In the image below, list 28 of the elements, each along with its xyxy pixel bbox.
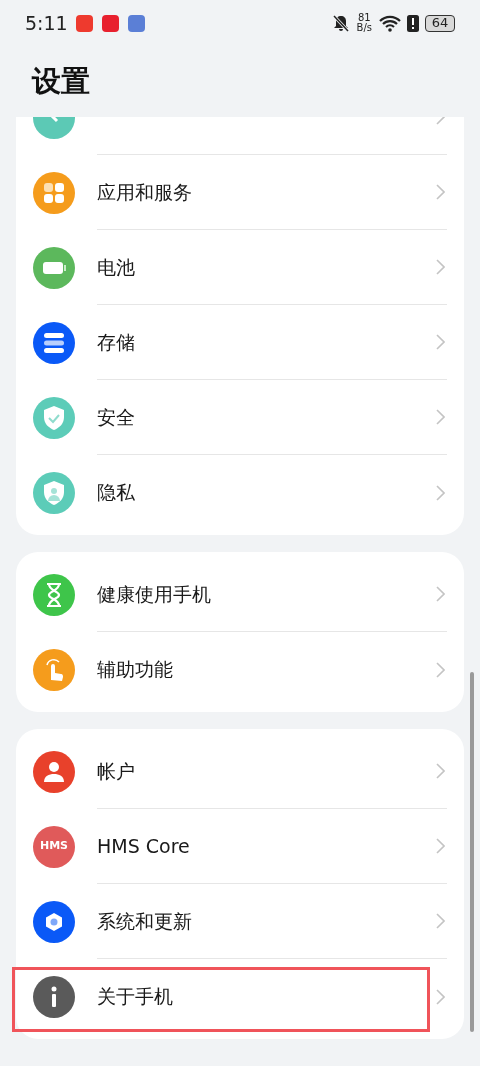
settings-row[interactable]: 健康使用手机 [33,557,447,632]
settings-row[interactable]: 存储 [33,305,447,380]
hms-logo: HMS [33,825,75,868]
menu-item-label: HMS Core [97,833,191,859]
menu-item-label: 隐私 [97,480,136,506]
page-title: 设置 [32,62,90,100]
settings-row[interactable]: 辅助功能 [33,632,447,707]
menu-item-label: 健康使用手机 [97,581,212,607]
menu-item-label: 应用和服务 [97,179,193,205]
settings-row[interactable]: 安全 [33,380,447,455]
menu-item-label: 电池 [97,254,136,280]
menu-item-label: 辅助功能 [97,657,174,683]
net-speed-unit: B/s [356,23,372,33]
settings-row[interactable]: 电池 [33,230,447,305]
net-speed-value: 81 [357,13,371,23]
settings-row[interactable]: HMS HMS Core [33,809,447,884]
battery-indicator: 64 [425,14,455,32]
clock-time: 5:11 [25,10,68,36]
menu-item-label: 安全 [97,404,136,430]
menu-item-label: 关于手机 [97,984,174,1010]
settings-row[interactable]: 关于手机 [33,959,447,1034]
menu-item-label: 帐户 [97,758,136,784]
settings-row[interactable]: 帐户 [33,734,447,809]
settings-row[interactable]: 应用和服务 [33,155,447,230]
menu-item-label: 存储 [97,329,136,355]
menu-item-label: 系统和更新 [97,908,193,934]
settings-row[interactable]: 系统和更新 [33,884,447,959]
settings-row[interactable]: 隐私 [33,455,447,530]
